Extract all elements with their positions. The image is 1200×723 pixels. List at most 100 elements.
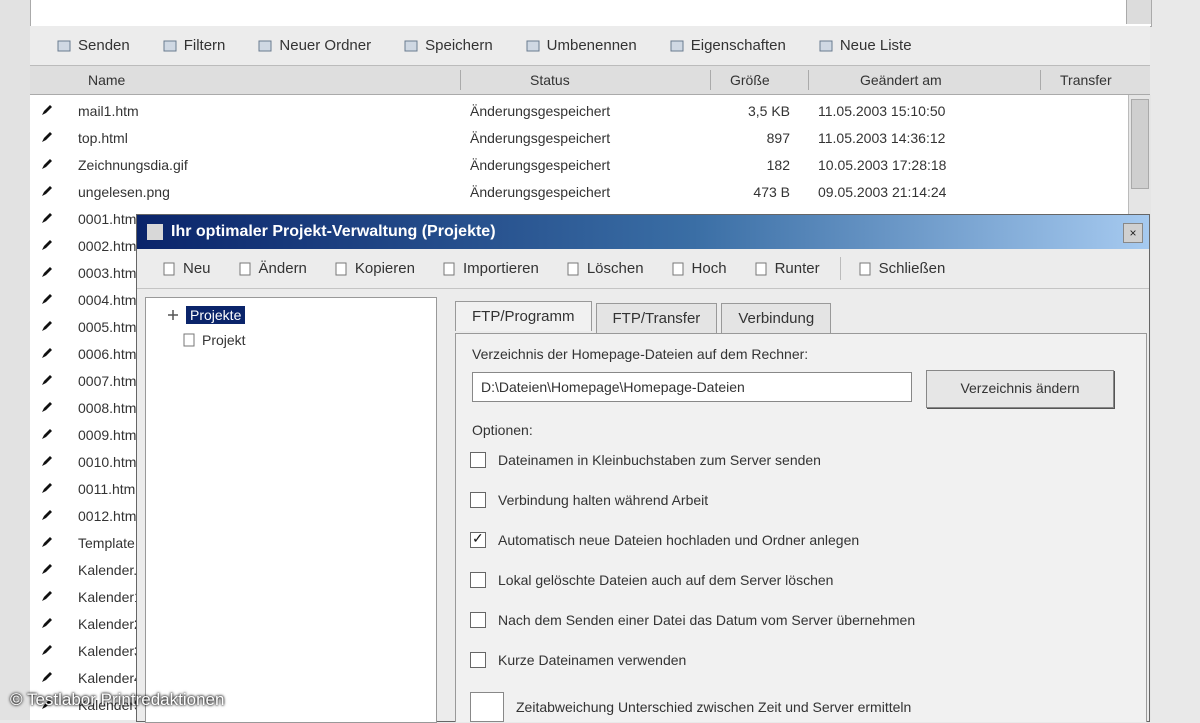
option-checkbox-row[interactable]: Verbindung halten während Arbeit bbox=[470, 492, 708, 508]
pencil-icon bbox=[42, 510, 52, 520]
tab-ftp-transfer[interactable]: FTP/Transfer bbox=[595, 303, 718, 333]
pencil-icon bbox=[42, 645, 52, 655]
tree-node-project[interactable]: Projekt bbox=[182, 332, 246, 348]
file-name: 0010.htm bbox=[78, 454, 137, 470]
option-label: Verbindung halten während Arbeit bbox=[498, 492, 709, 508]
close-button[interactable]: × bbox=[1123, 223, 1143, 243]
main-toolbar-button[interactable]: Neuer Ordner bbox=[243, 33, 385, 58]
pencil-icon bbox=[42, 591, 52, 601]
pencil-icon bbox=[42, 429, 52, 439]
main-toolbar-button[interactable]: Neue Liste bbox=[804, 33, 926, 58]
file-status: Änderungsgespeichert bbox=[470, 157, 611, 173]
tree-node-projects[interactable]: Projekte bbox=[166, 306, 246, 324]
tab-connection[interactable]: Verbindung bbox=[721, 303, 832, 333]
option-checkbox[interactable] bbox=[470, 652, 486, 668]
option-checkbox-row[interactable]: Lokal gelöschte Dateien auch auf dem Ser… bbox=[470, 572, 833, 588]
dialog-toolbar-button[interactable]: Neu bbox=[149, 257, 223, 280]
pencil-icon bbox=[42, 564, 52, 574]
toolbar-icon bbox=[163, 40, 177, 51]
file-name: 0012.htm bbox=[78, 508, 137, 524]
table-row[interactable]: top.html Änderungsgespeichert 897 11.05.200… bbox=[30, 124, 1128, 152]
main-toolbar-label: Filtern bbox=[183, 37, 226, 54]
toolbar-icon bbox=[335, 262, 347, 275]
column-separator[interactable] bbox=[808, 70, 809, 90]
main-toolbar-label: Umbenennen bbox=[546, 37, 637, 54]
path-input[interactable]: D:\Dateien\Homepage\Homepage-Dateien bbox=[472, 372, 912, 402]
file-name: 0004.htm bbox=[78, 292, 137, 308]
toolbar-icon bbox=[443, 262, 455, 275]
path-label: Verzeichnis der Homepage-Dateien auf dem… bbox=[472, 346, 809, 362]
file-name: ungelesen.png bbox=[78, 184, 170, 200]
main-toolbar-button[interactable]: Eigenschaften bbox=[655, 33, 800, 58]
dialog-toolbar-button[interactable]: Importieren bbox=[429, 257, 551, 280]
option-checkbox[interactable] bbox=[470, 612, 486, 628]
table-row[interactable]: mail1.htm Änderungsgespeichert 3,5 KB 11.05… bbox=[30, 97, 1128, 125]
main-toolbar-button[interactable]: Speichern bbox=[389, 33, 507, 58]
option-checkbox[interactable] bbox=[470, 572, 486, 588]
option-checkbox-row[interactable]: Nach dem Senden einer Datei das Datum vo… bbox=[470, 612, 915, 628]
pencil-icon bbox=[42, 402, 52, 412]
column-separator[interactable] bbox=[1040, 70, 1041, 90]
tab-ftp-program[interactable]: FTP/Programm bbox=[455, 301, 592, 331]
option-checkbox-row[interactable]: Kurze Dateinamen verwenden bbox=[470, 652, 686, 668]
pencil-icon bbox=[42, 186, 52, 196]
main-toolbar-button[interactable]: Filtern bbox=[148, 33, 240, 58]
change-directory-button[interactable]: Verzeichnis ändern bbox=[926, 370, 1114, 408]
tree-node-label: Projekt bbox=[202, 332, 246, 348]
option-checkbox-row[interactable]: Zeitabweichung Unterschied zwischen Zeit… bbox=[470, 692, 911, 722]
pencil-icon bbox=[42, 483, 52, 493]
toolbar-icon bbox=[670, 40, 684, 51]
tree-expander-icon[interactable] bbox=[166, 308, 180, 322]
column-separator[interactable] bbox=[710, 70, 711, 90]
column-size[interactable]: Größe bbox=[730, 72, 770, 88]
option-checkbox[interactable] bbox=[470, 452, 486, 468]
file-name: 0001.htm bbox=[78, 211, 137, 227]
dialog-titlebar[interactable]: Ihr optimaler Projekt-Verwaltung (Projek… bbox=[137, 215, 1149, 249]
option-label: Zeitabweichung Unterschied zwischen Zeit… bbox=[516, 699, 912, 715]
toolbar-icon bbox=[526, 40, 540, 51]
file-name: 0005.htm bbox=[78, 319, 137, 335]
column-name[interactable]: Name bbox=[88, 72, 125, 88]
column-modified[interactable]: Geändert am bbox=[860, 72, 942, 88]
pencil-icon bbox=[42, 375, 52, 385]
option-checkbox-row[interactable]: Dateinamen in Kleinbuchstaben zum Server… bbox=[470, 452, 821, 468]
address-scroll-button[interactable] bbox=[1126, 0, 1151, 24]
column-status[interactable]: Status bbox=[530, 72, 570, 88]
option-checkbox[interactable] bbox=[470, 530, 486, 548]
file-name: top.html bbox=[78, 130, 128, 146]
dialog-toolbar-label: Ändern bbox=[258, 260, 307, 277]
option-checkbox-row[interactable]: Automatisch neue Dateien hochladen und O… bbox=[470, 530, 859, 548]
dialog-title: Ihr optimaler Projekt-Verwaltung (Projek… bbox=[171, 223, 496, 240]
column-transfer[interactable]: Transfer bbox=[1060, 72, 1112, 88]
toolbar-icon bbox=[859, 262, 871, 275]
dialog-toolbar-button[interactable]: Ändern bbox=[225, 257, 319, 280]
toolbar-icon bbox=[819, 40, 833, 51]
dialog-toolbar-button[interactable]: Löschen bbox=[553, 257, 656, 280]
scrollbar-thumb[interactable] bbox=[1131, 99, 1149, 189]
main-toolbar-button[interactable]: Umbenennen bbox=[511, 33, 651, 58]
table-row[interactable]: Zeichnungsdia.gif Änderungsgespeichert 182… bbox=[30, 151, 1128, 179]
time-offset-stepper[interactable] bbox=[470, 692, 504, 722]
file-name: 0011.htm bbox=[78, 481, 136, 497]
copyright-notice: © Testlabor Printredaktionen bbox=[10, 690, 225, 709]
option-label: Kurze Dateinamen verwenden bbox=[498, 652, 687, 668]
pencil-icon bbox=[42, 294, 52, 304]
dialog-toolbar-button[interactable]: Schließen bbox=[839, 257, 958, 280]
column-separator[interactable] bbox=[460, 70, 461, 90]
table-row[interactable]: ungelesen.png Änderungsgespeichert 473 B 09… bbox=[30, 178, 1128, 206]
pencil-icon bbox=[42, 105, 52, 115]
toolbar-icon bbox=[755, 262, 767, 275]
main-toolbar-label: Senden bbox=[78, 37, 130, 54]
dialog-toolbar-label: Schließen bbox=[878, 260, 946, 277]
dialog-toolbar-button[interactable]: Runter bbox=[741, 257, 832, 280]
dialog-toolbar-label: Kopieren bbox=[354, 260, 415, 277]
main-toolbar-button[interactable]: Senden bbox=[42, 33, 144, 58]
file-date: 11.05.2003 15:10:50 bbox=[818, 103, 946, 119]
file-status: Änderungsgespeichert bbox=[470, 103, 611, 119]
options-label: Optionen: bbox=[472, 422, 533, 438]
option-checkbox[interactable] bbox=[470, 492, 486, 508]
dialog-toolbar-button[interactable]: Hoch bbox=[658, 257, 739, 280]
address-bar[interactable] bbox=[30, 0, 1152, 27]
dialog-toolbar-button[interactable]: Kopieren bbox=[321, 257, 427, 280]
toolbar-icon bbox=[163, 262, 175, 275]
